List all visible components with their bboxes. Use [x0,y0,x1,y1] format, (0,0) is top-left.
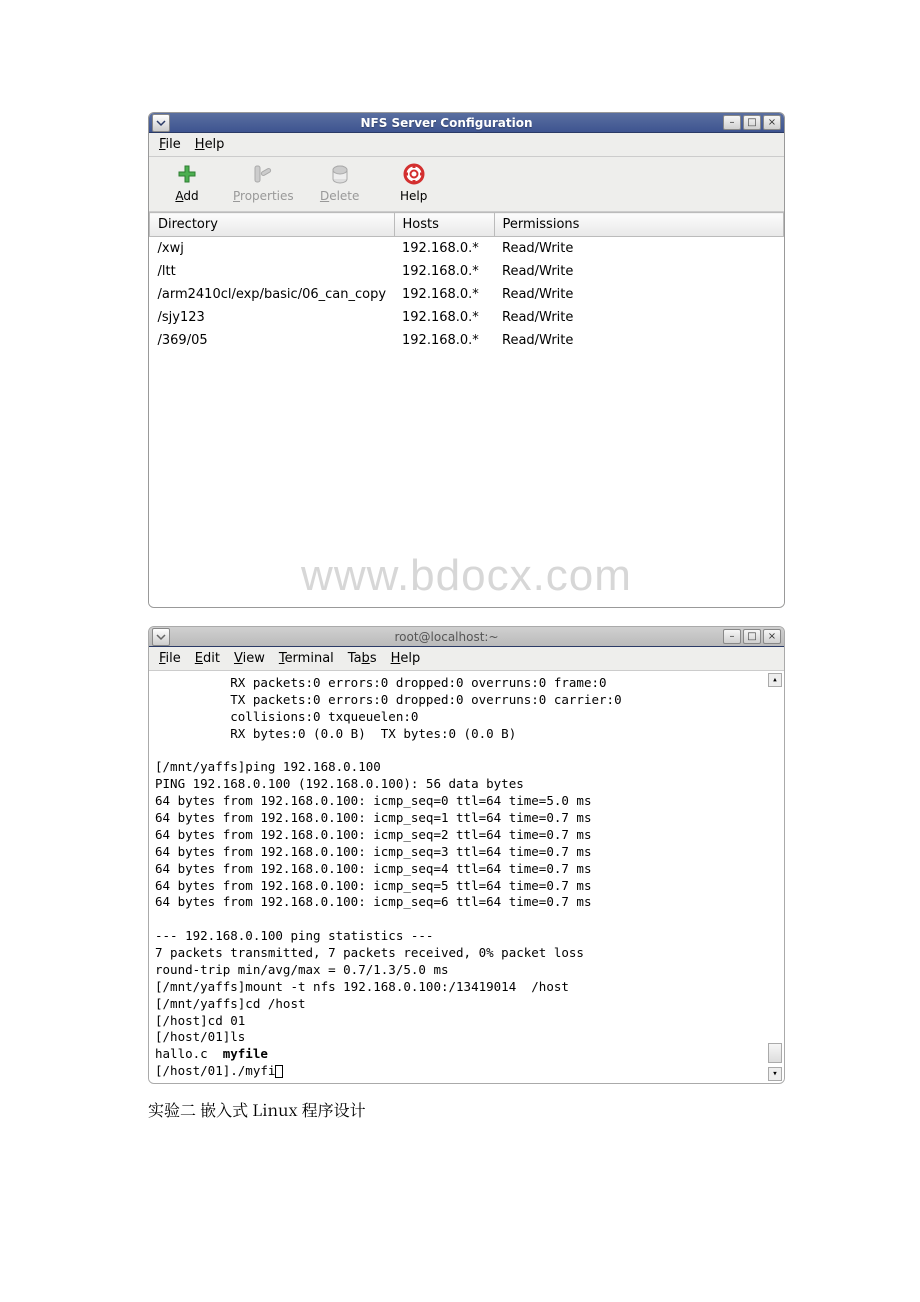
minimize-button[interactable]: – [723,629,741,644]
menu-file[interactable]: File [159,651,181,666]
share-row[interactable]: /xwj 192.168.0.* Read/Write [150,237,784,261]
ls-output: hallo.c myfile [155,1046,268,1061]
close-button[interactable]: × [763,115,781,130]
terminal-titlebar: root@localhost:~ – □ × [149,627,784,647]
maximize-button[interactable]: □ [743,629,761,644]
window-controls: – □ × [720,629,784,644]
menu-help[interactable]: Help [391,651,421,666]
window-menu-icon[interactable] [152,114,170,132]
menu-help[interactable]: Help [195,137,225,152]
terminal-menubar: File Edit View Terminal Tabs Help [149,647,784,671]
share-row[interactable]: /ltt 192.168.0.* Read/Write [150,260,784,283]
nfs-toolbar: Add Properties Delete Help [149,157,784,212]
menu-edit[interactable]: Edit [195,651,220,666]
nfs-titlebar: NFS Server Configuration – □ × [149,113,784,133]
nfs-window-title: NFS Server Configuration [173,116,720,130]
delete-icon [327,161,353,187]
share-row[interactable]: /369/05 192.168.0.* Read/Write [150,329,784,352]
terminal-output[interactable]: RX packets:0 errors:0 dropped:0 overruns… [149,671,784,1083]
nfs-config-window: NFS Server Configuration – □ × File Help… [148,112,785,608]
close-button[interactable]: × [763,629,781,644]
page-caption: 实验二 嵌入式 Linux 程序设计 [148,1098,785,1121]
window-menu-icon[interactable] [152,628,170,646]
toolbar-properties: Properties [233,161,294,203]
properties-icon [250,161,276,187]
terminal-title: root@localhost:~ [173,630,720,644]
nfs-share-list: Directory Hosts Permissions /xwj 192.168… [149,212,784,607]
menu-tabs[interactable]: Tabs [348,651,377,666]
menu-file[interactable]: File [159,137,181,152]
scrollbar-thumb[interactable] [768,1043,782,1063]
window-controls: – □ × [720,115,784,130]
maximize-button[interactable]: □ [743,115,761,130]
col-hosts[interactable]: Hosts [394,213,494,237]
col-permissions[interactable]: Permissions [494,213,783,237]
toolbar-delete: Delete [312,161,368,203]
toolbar-help[interactable]: Help [386,161,442,203]
toolbar-add[interactable]: Add [159,161,215,203]
watermark-text: www.bdocx.com [149,551,784,601]
term-lines: RX packets:0 errors:0 dropped:0 overruns… [155,675,622,1044]
share-row[interactable]: /sjy123 192.168.0.* Read/Write [150,306,784,329]
minimize-button[interactable]: – [723,115,741,130]
prompt-line: [/host/01]./myfi [155,1063,283,1078]
share-row[interactable]: /arm2410cl/exp/basic/06_can_copy 192.168… [150,283,784,306]
col-directory[interactable]: Directory [150,213,395,237]
cursor-icon [275,1065,283,1078]
menu-terminal[interactable]: Terminal [279,651,334,666]
terminal-window: root@localhost:~ – □ × File Edit View Te… [148,626,785,1084]
add-icon [174,161,200,187]
help-icon [401,161,427,187]
menu-view[interactable]: View [234,651,265,666]
scroll-down-button[interactable]: ▾ [768,1067,782,1081]
scroll-up-button[interactable]: ▴ [768,673,782,687]
nfs-menubar: File Help [149,133,784,157]
